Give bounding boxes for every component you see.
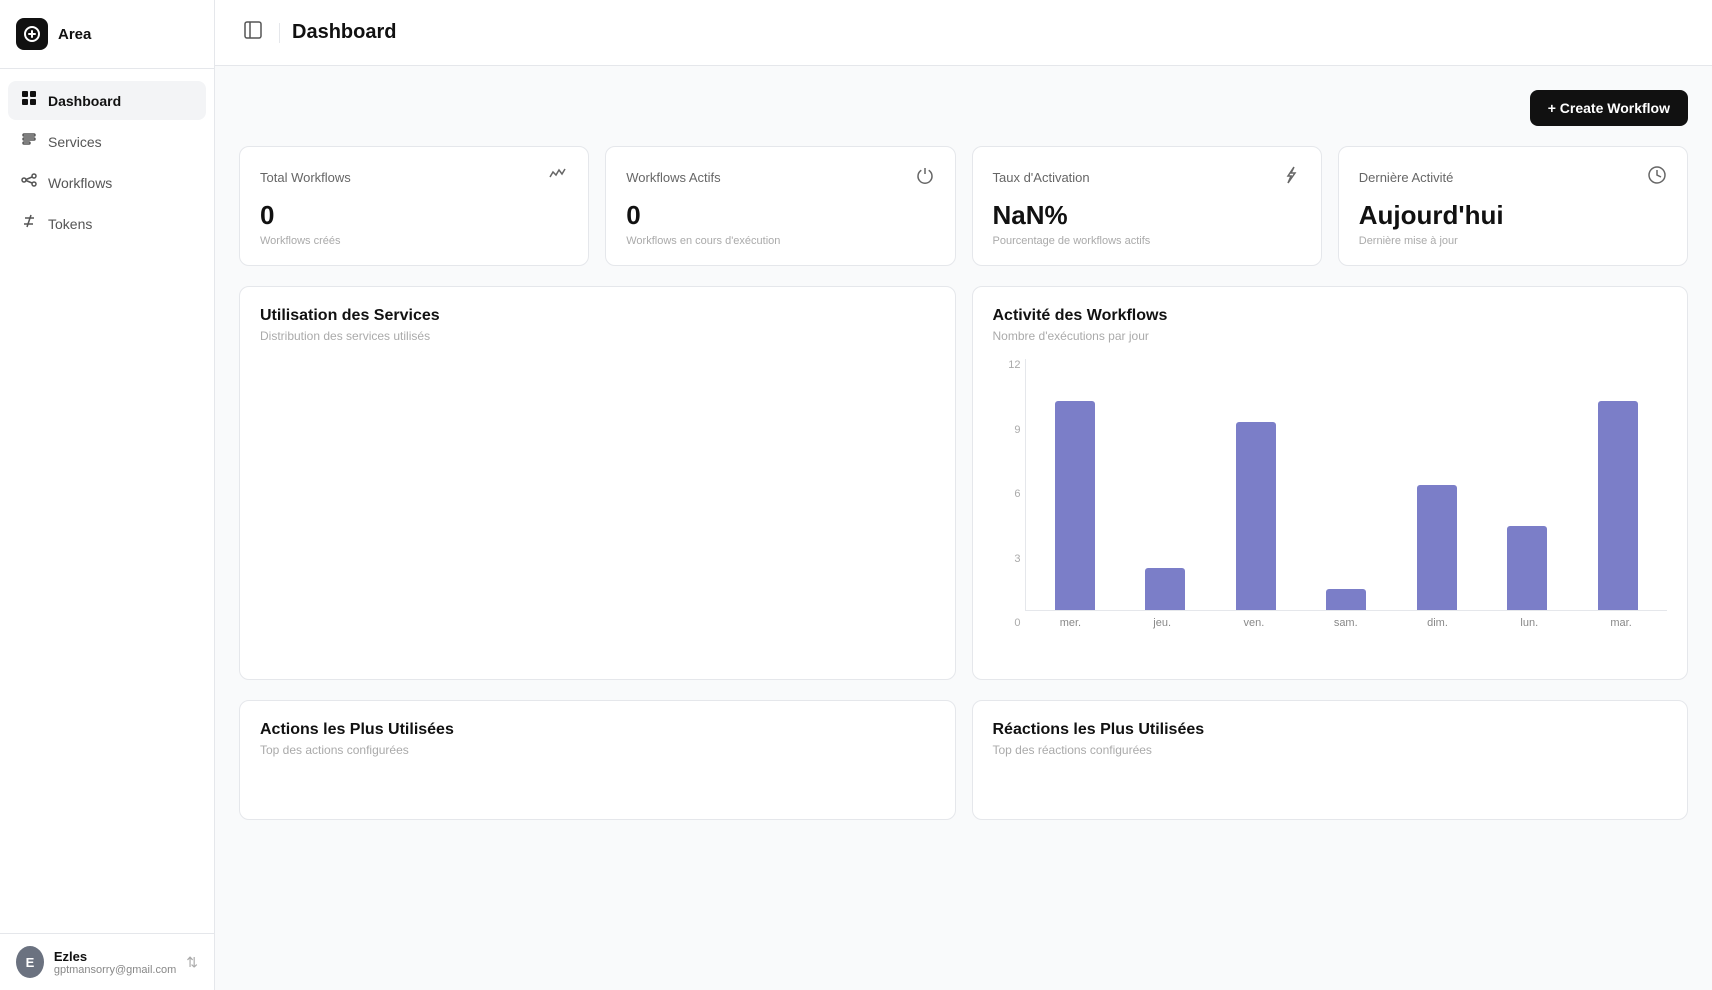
bar-label: lun. (1504, 617, 1554, 629)
services-usage-card: Utilisation des Services Distribution de… (239, 286, 956, 680)
stat-header-1: Workflows Actifs (626, 165, 934, 190)
stat-sub-0: Workflows créés (260, 235, 568, 247)
stat-label-3: Dernière Activité (1359, 170, 1454, 185)
stats-grid: Total Workflows 0 Workflows créés Workfl… (239, 146, 1688, 266)
stat-card-active-workflows: Workflows Actifs 0 Workflows en cours d'… (605, 146, 955, 266)
chevron-icon[interactable]: ⇅ (186, 954, 198, 971)
page-header: Dashboard (215, 0, 1712, 66)
reactions-card: Réactions les Plus Utilisées Top des réa… (972, 700, 1689, 820)
bar-label: mer. (1045, 617, 1095, 629)
page-title: Dashboard (292, 21, 396, 44)
stat-header-3: Dernière Activité (1359, 165, 1667, 190)
sidebar-item-services[interactable]: Services (8, 122, 206, 161)
app-logo-icon (16, 18, 48, 50)
services-chart-area (260, 359, 935, 659)
workflows-icon (20, 172, 38, 193)
stat-label-1: Workflows Actifs (626, 170, 720, 185)
sidebar-item-tokens[interactable]: Tokens (8, 204, 206, 243)
power-icon (915, 165, 935, 190)
bar (1417, 485, 1457, 611)
lightning-icon (1281, 165, 1301, 190)
activity-icon (548, 165, 568, 190)
bar-label: ven. (1229, 617, 1279, 629)
bar (1326, 589, 1366, 610)
tokens-icon (20, 213, 38, 234)
sidebar-item-workflows-label: Workflows (48, 175, 112, 191)
content-area: + Create Workflow Total Workflows 0 Work… (215, 66, 1712, 990)
bar (1507, 526, 1547, 610)
sidebar-logo: Area (0, 0, 214, 69)
actions-card-title: Actions les Plus Utilisées (260, 721, 935, 739)
bar (1236, 422, 1276, 610)
dashboard-icon (20, 90, 38, 111)
stat-sub-2: Pourcentage de workflows actifs (993, 235, 1301, 247)
action-bar: + Create Workflow (239, 90, 1688, 126)
stat-header-2: Taux d'Activation (993, 165, 1301, 190)
stat-value-2: NaN% (993, 200, 1301, 231)
sidebar-item-dashboard-label: Dashboard (48, 93, 121, 109)
create-workflow-button[interactable]: + Create Workflow (1530, 90, 1688, 126)
main-content: Dashboard + Create Workflow Total Workfl… (215, 0, 1712, 990)
reactions-card-subtitle: Top des réactions configurées (993, 743, 1668, 757)
bar (1598, 401, 1638, 610)
bar (1055, 401, 1095, 610)
charts-grid: Utilisation des Services Distribution de… (239, 286, 1688, 680)
stat-card-total-workflows: Total Workflows 0 Workflows créés (239, 146, 589, 266)
sidebar-item-tokens-label: Tokens (48, 216, 92, 232)
sidebar-item-dashboard[interactable]: Dashboard (8, 81, 206, 120)
user-info: Ezles gptmansorry@gmail.com (54, 949, 176, 976)
activity-bar-chart: 12 9 6 3 0 mer. jeu. ven. sam. dim. lun. mar. (993, 359, 1668, 659)
bar-label: mar. (1596, 617, 1646, 629)
sidebar: Area Dashboard Services (0, 0, 215, 990)
stat-label-0: Total Workflows (260, 170, 351, 185)
avatar: E (16, 946, 44, 978)
sidebar-item-workflows[interactable]: Workflows (8, 163, 206, 202)
services-chart-title: Utilisation des Services (260, 307, 935, 325)
stat-card-activation-rate: Taux d'Activation NaN% Pourcentage de wo… (972, 146, 1322, 266)
reactions-card-title: Réactions les Plus Utilisées (993, 721, 1668, 739)
app-logo-text: Area (58, 26, 91, 43)
stat-sub-1: Workflows en cours d'exécution (626, 235, 934, 247)
actions-card: Actions les Plus Utilisées Top des actio… (239, 700, 956, 820)
y-axis-labels: 12 9 6 3 0 (993, 359, 1021, 629)
sidebar-item-services-label: Services (48, 134, 102, 150)
bar-label: jeu. (1137, 617, 1187, 629)
services-icon (20, 131, 38, 152)
stat-label-2: Taux d'Activation (993, 170, 1090, 185)
stat-header: Total Workflows (260, 165, 568, 190)
activity-chart-subtitle: Nombre d'exécutions par jour (993, 329, 1668, 343)
bottom-grid: Actions les Plus Utilisées Top des actio… (239, 700, 1688, 820)
sidebar-nav: Dashboard Services (0, 69, 214, 933)
user-name: Ezles (54, 949, 176, 964)
services-chart-subtitle: Distribution des services utilisés (260, 329, 935, 343)
bar-label: dim. (1413, 617, 1463, 629)
stat-card-last-activity: Dernière Activité Aujourd'hui Dernière m… (1338, 146, 1688, 266)
bar-chart-inner: mer. jeu. ven. sam. dim. lun. mar. (1025, 359, 1668, 629)
header-divider (279, 23, 280, 43)
stat-value-0: 0 (260, 200, 568, 231)
sidebar-toggle-button[interactable] (239, 16, 267, 49)
actions-card-subtitle: Top des actions configurées (260, 743, 935, 757)
user-profile[interactable]: E Ezles gptmansorry@gmail.com ⇅ (0, 933, 214, 990)
bar-label: sam. (1321, 617, 1371, 629)
user-email: gptmansorry@gmail.com (54, 964, 176, 976)
bar (1145, 568, 1185, 610)
stat-value-3: Aujourd'hui (1359, 200, 1667, 231)
stat-value-1: 0 (626, 200, 934, 231)
stat-sub-3: Dernière mise à jour (1359, 235, 1667, 247)
clock-icon (1647, 165, 1667, 190)
activity-chart-card: Activité des Workflows Nombre d'exécutio… (972, 286, 1689, 680)
activity-chart-title: Activité des Workflows (993, 307, 1668, 325)
